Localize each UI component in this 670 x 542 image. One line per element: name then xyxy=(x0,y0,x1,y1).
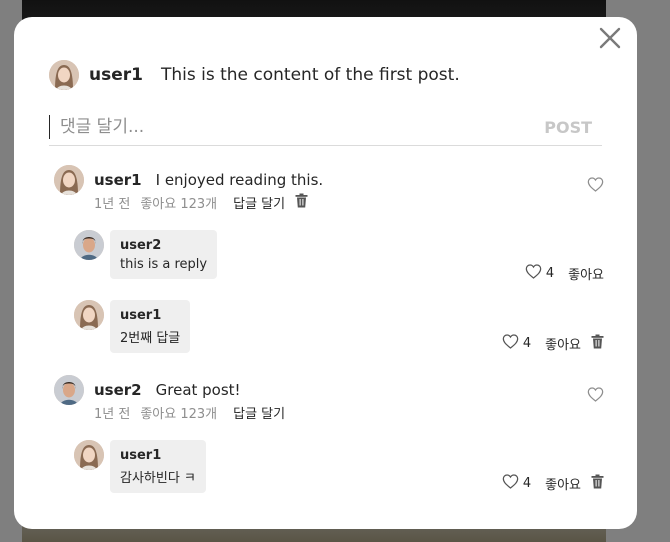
avatar-female xyxy=(74,300,104,330)
avatar[interactable] xyxy=(54,165,84,195)
reply-actions: 4 좋아요 xyxy=(525,264,604,283)
comment-item: user1 I enjoyed reading this. 1년 전 좋아요 1… xyxy=(54,165,604,212)
like-reply-button[interactable] xyxy=(525,264,542,283)
reply-like-label[interactable]: 좋아요 xyxy=(568,264,604,283)
reply-username[interactable]: user2 xyxy=(120,238,207,253)
reply-text: 감사하빈다 ㅋ xyxy=(120,471,196,486)
avatar[interactable] xyxy=(49,60,79,90)
delete-reply-button[interactable] xyxy=(591,334,604,353)
reply-username[interactable]: user1 xyxy=(120,308,180,323)
reply-button[interactable]: 답글 달기 xyxy=(233,403,285,422)
comment-username[interactable]: user2 xyxy=(94,381,142,399)
avatar[interactable] xyxy=(54,375,84,405)
post-header: user1 This is the content of the first p… xyxy=(49,60,460,90)
avatar[interactable] xyxy=(74,440,104,470)
avatar-female xyxy=(74,440,104,470)
avatar[interactable] xyxy=(74,300,104,330)
reply-item: user1 2번째 답글 4 좋아요 xyxy=(74,300,604,356)
reply-item: user1 감사하빈다 ㅋ 4 좋아요 xyxy=(74,440,604,496)
avatar-male xyxy=(54,375,84,405)
post-content: This is the content of the first post. xyxy=(160,65,460,85)
heart-icon xyxy=(587,177,604,192)
reply-item: user2 this is a reply 4 좋아요 xyxy=(74,230,604,286)
trash-icon xyxy=(591,474,604,489)
heart-icon xyxy=(502,334,519,349)
reply-actions: 4 좋아요 xyxy=(502,474,604,493)
avatar-female xyxy=(49,60,79,90)
avatar-female xyxy=(54,165,84,195)
reply-bubble: user2 this is a reply xyxy=(110,230,218,279)
reply-like-count: 4 xyxy=(522,336,532,351)
comment-text: I enjoyed reading this. xyxy=(155,171,324,189)
reply-like-label[interactable]: 좋아요 xyxy=(545,334,581,353)
post-username[interactable]: user1 xyxy=(89,65,143,85)
comment-time: 1년 전 xyxy=(94,407,131,422)
comment-like-count[interactable]: 좋아요 123개 xyxy=(140,193,217,212)
reply-like-count: 4 xyxy=(522,476,532,491)
reply-actions: 4 좋아요 xyxy=(502,334,604,353)
reply-bubble: user1 2번째 답글 xyxy=(110,300,191,353)
comment-input[interactable] xyxy=(49,115,480,139)
heart-icon xyxy=(502,474,519,489)
like-reply-button[interactable] xyxy=(502,334,519,353)
reply-text: this is a reply xyxy=(120,257,208,272)
trash-icon xyxy=(295,193,308,208)
close-icon xyxy=(599,27,621,49)
delete-comment-button[interactable] xyxy=(295,193,308,212)
trash-icon xyxy=(591,334,604,349)
avatar-male xyxy=(74,230,104,260)
comments-modal: user1 This is the content of the first p… xyxy=(14,17,637,529)
like-reply-button[interactable] xyxy=(502,474,519,493)
reply-button[interactable]: 답글 달기 xyxy=(233,193,285,212)
reply-like-count: 4 xyxy=(545,266,555,281)
comment-meta: 1년 전 좋아요 123개 답글 달기 xyxy=(94,403,295,422)
reply-username[interactable]: user1 xyxy=(120,448,196,463)
like-comment-button[interactable] xyxy=(587,177,604,196)
heart-icon xyxy=(587,387,604,402)
comment-text: Great post! xyxy=(155,381,241,399)
reply-like-label[interactable]: 좋아요 xyxy=(545,474,581,493)
close-button[interactable] xyxy=(597,25,623,51)
comment-like-count[interactable]: 좋아요 123개 xyxy=(140,403,217,422)
post-comment-button[interactable]: POST xyxy=(544,118,592,137)
comment-meta: 1년 전 좋아요 123개 답글 달기 xyxy=(94,193,318,212)
comment-username[interactable]: user1 xyxy=(94,171,142,189)
reply-text: 2번째 답글 xyxy=(120,331,181,346)
delete-reply-button[interactable] xyxy=(591,474,604,493)
comment-form: POST xyxy=(49,109,602,146)
heart-icon xyxy=(525,264,542,279)
comment-time: 1년 전 xyxy=(94,197,131,212)
reply-bubble: user1 감사하빈다 ㅋ xyxy=(110,440,206,493)
comment-item: user2 Great post! 1년 전 좋아요 123개 답글 달기 xyxy=(54,375,604,422)
avatar[interactable] xyxy=(74,230,104,260)
like-comment-button[interactable] xyxy=(587,387,604,406)
